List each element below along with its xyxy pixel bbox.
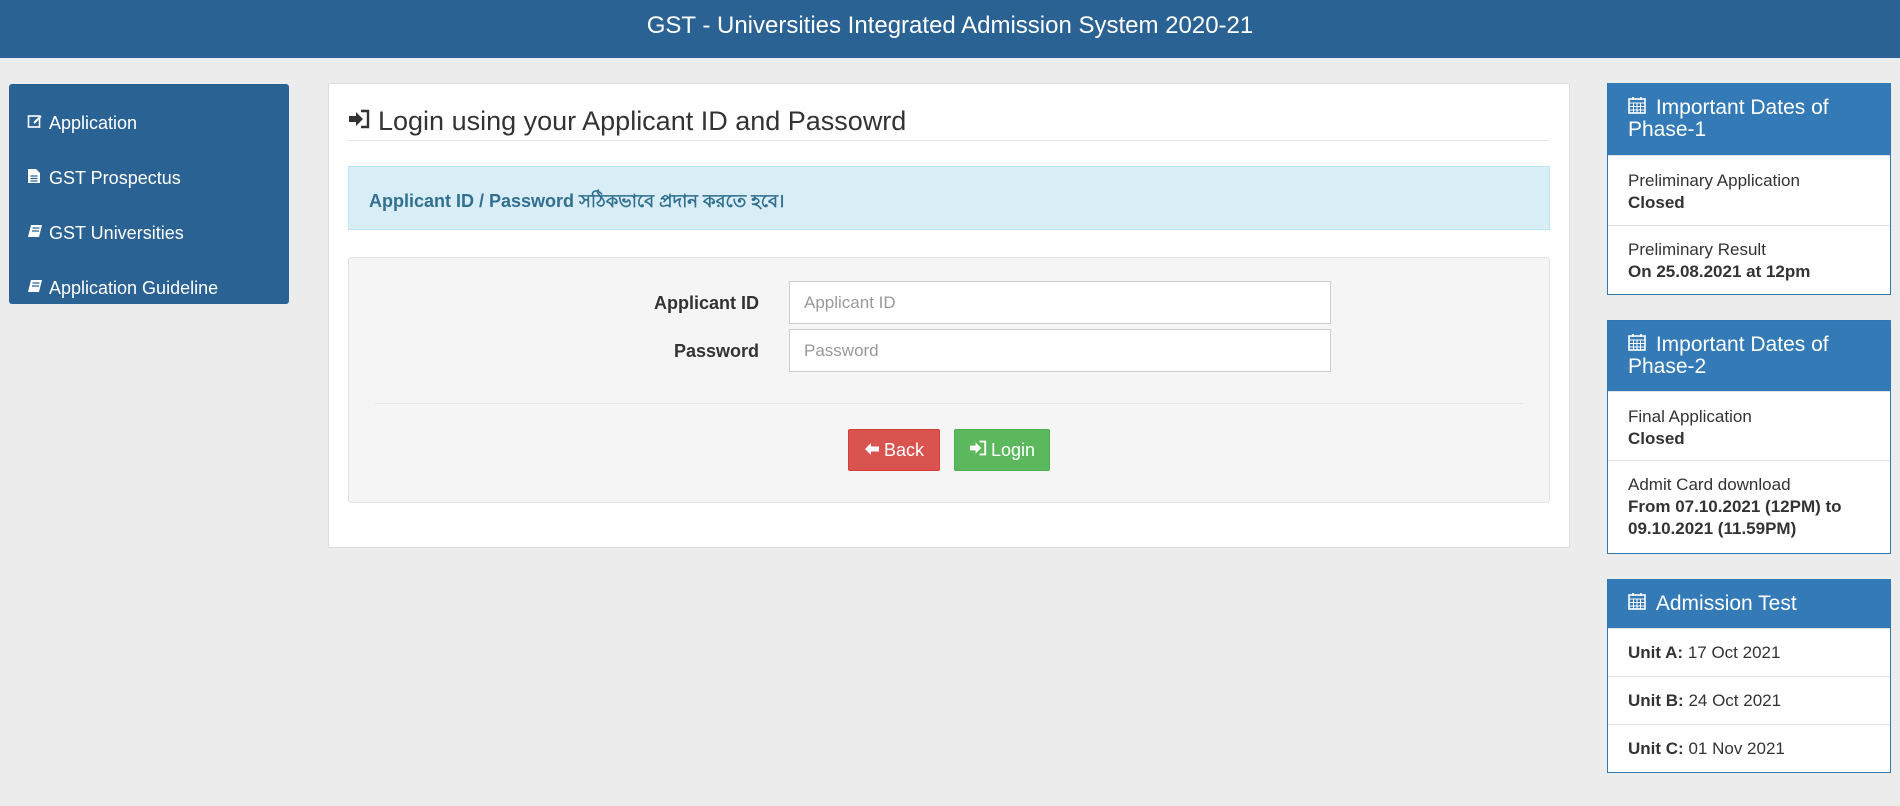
calendar-icon (1628, 592, 1652, 615)
card-title: Important Dates of Phase-2 (1628, 333, 1829, 378)
test-date: 01 Nov 2021 (1688, 739, 1785, 758)
card-title: Admission Test (1655, 592, 1797, 615)
date-value: On 25.08.2021 at 12pm (1628, 262, 1811, 281)
card-header: Admission Test (1608, 580, 1890, 628)
phase2-dates-card: Important Dates of Phase-2 Final Applica… (1607, 320, 1891, 554)
info-alert: Applicant ID / Password সঠিকভাবে প্রদান … (348, 166, 1550, 230)
login-form: Applicant ID Password Back Login (348, 257, 1550, 503)
date-label: Admit Card download (1628, 475, 1791, 494)
title-divider (348, 140, 1550, 141)
applicant-id-input[interactable] (789, 281, 1331, 324)
test-row: Unit A: 17 Oct 2021 (1608, 628, 1890, 676)
book-icon (27, 223, 45, 244)
back-button[interactable]: Back (848, 429, 940, 471)
sidebar-item-label: GST Prospectus (49, 168, 181, 188)
sidebar-item-label: GST Universities (49, 223, 184, 243)
admission-test-card: Admission Test Unit A: 17 Oct 2021 Unit … (1607, 579, 1891, 773)
file-icon (27, 168, 45, 189)
unit-label: Unit A: (1628, 643, 1684, 662)
sidebar-item-gst-universities[interactable]: GST Universities (9, 206, 289, 261)
unit-label: Unit C: (1628, 739, 1684, 758)
date-value: Closed (1628, 193, 1685, 212)
date-label: Final Application (1628, 407, 1752, 426)
back-button-label: Back (883, 439, 925, 460)
arrow-left-icon (864, 440, 880, 461)
date-value: Closed (1628, 429, 1685, 448)
card-header: Important Dates of Phase-1 (1608, 84, 1890, 155)
card-title: Important Dates of Phase-1 (1628, 96, 1829, 141)
date-value: From 07.10.2021 (12PM) to 09.10.2021 (11… (1628, 497, 1842, 538)
top-header: GST - Universities Integrated Admission … (0, 0, 1900, 58)
date-label: Preliminary Application (1628, 171, 1800, 190)
date-row: Admit Card download From 07.10.2021 (12P… (1608, 460, 1890, 553)
sign-in-icon (969, 440, 987, 461)
sidebar-item-gst-prospectus[interactable]: GST Prospectus (9, 151, 289, 206)
login-button[interactable]: Login (954, 429, 1050, 471)
password-label: Password (673, 341, 759, 361)
date-row: Final Application Closed (1608, 391, 1890, 460)
sidebar-item-label: Application (49, 113, 138, 133)
sidebar-item-application-guideline[interactable]: Application Guideline (9, 261, 289, 316)
sign-in-icon (348, 109, 370, 135)
book-icon (27, 278, 45, 299)
date-row: Preliminary Result On 25.08.2021 at 12pm (1608, 225, 1890, 294)
password-input[interactable] (789, 329, 1331, 372)
date-row: Preliminary Application Closed (1608, 155, 1890, 225)
test-row: Unit B: 24 Oct 2021 (1608, 676, 1890, 724)
login-title: Login using your Applicant ID and Passow… (348, 106, 906, 137)
calendar-icon (1628, 96, 1652, 119)
card-header: Important Dates of Phase-2 (1608, 321, 1890, 391)
date-label: Preliminary Result (1628, 240, 1766, 259)
test-date: 24 Oct 2021 (1688, 691, 1782, 710)
calendar-icon (1628, 333, 1652, 356)
sidebar-item-label: Application Guideline (49, 278, 219, 298)
sidebar-nav: Application GST Prospectus GST Universit… (9, 84, 289, 304)
test-row: Unit C: 01 Nov 2021 (1608, 724, 1890, 772)
login-button-label: Login (990, 439, 1036, 460)
applicant-id-label: Applicant ID (653, 293, 759, 313)
edit-icon (27, 113, 45, 134)
alert-text: Applicant ID / Password সঠিকভাবে প্রদান … (369, 191, 785, 211)
form-divider (375, 403, 1523, 404)
site-title: GST - Universities Integrated Admission … (646, 12, 1254, 39)
phase1-dates-card: Important Dates of Phase-1 Preliminary A… (1607, 83, 1891, 295)
test-date: 17 Oct 2021 (1687, 643, 1781, 662)
login-panel: Login using your Applicant ID and Passow… (328, 83, 1570, 548)
sidebar-item-application[interactable]: Application (9, 96, 289, 151)
unit-label: Unit B: (1628, 691, 1684, 710)
